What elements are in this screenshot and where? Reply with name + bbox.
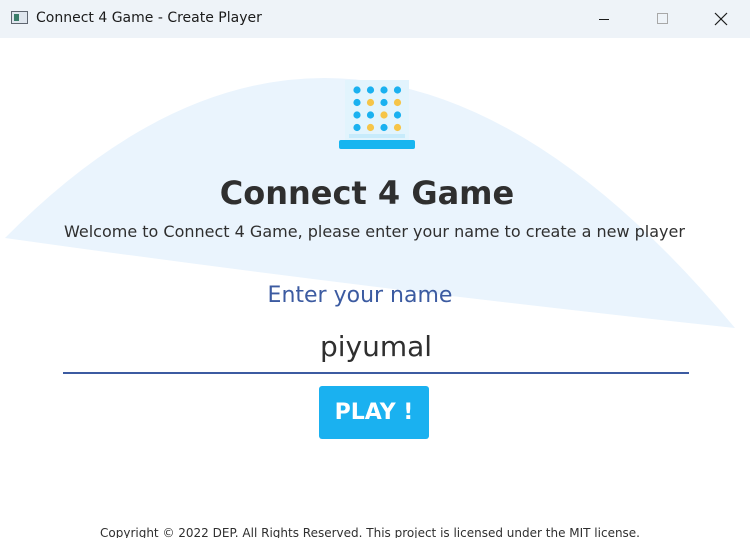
close-icon	[714, 12, 728, 26]
close-button[interactable]	[692, 0, 750, 38]
maximize-button[interactable]	[633, 0, 691, 38]
maximize-icon	[657, 13, 668, 24]
play-button[interactable]: PLAY !	[319, 386, 429, 439]
window-title: Connect 4 Game - Create Player	[36, 10, 262, 26]
create-player-panel: Connect 4 Game Welcome to Connect 4 Game…	[0, 38, 750, 538]
name-field-label: Enter your name	[267, 283, 453, 308]
minimize-icon	[599, 19, 609, 20]
minimize-button[interactable]	[575, 0, 633, 38]
copyright-notice: Copyright © 2022 DEP. All Rights Reserve…	[100, 526, 640, 538]
player-name-input[interactable]	[63, 320, 689, 374]
app-window: Connect 4 Game - Create Player Connect 4…	[0, 0, 750, 538]
connect-four-board-icon	[339, 80, 415, 149]
title-bar[interactable]: Connect 4 Game - Create Player	[0, 0, 750, 38]
app-window-icon	[11, 11, 28, 24]
app-heading: Connect 4 Game	[219, 174, 515, 212]
welcome-message: Welcome to Connect 4 Game, please enter …	[64, 222, 685, 241]
